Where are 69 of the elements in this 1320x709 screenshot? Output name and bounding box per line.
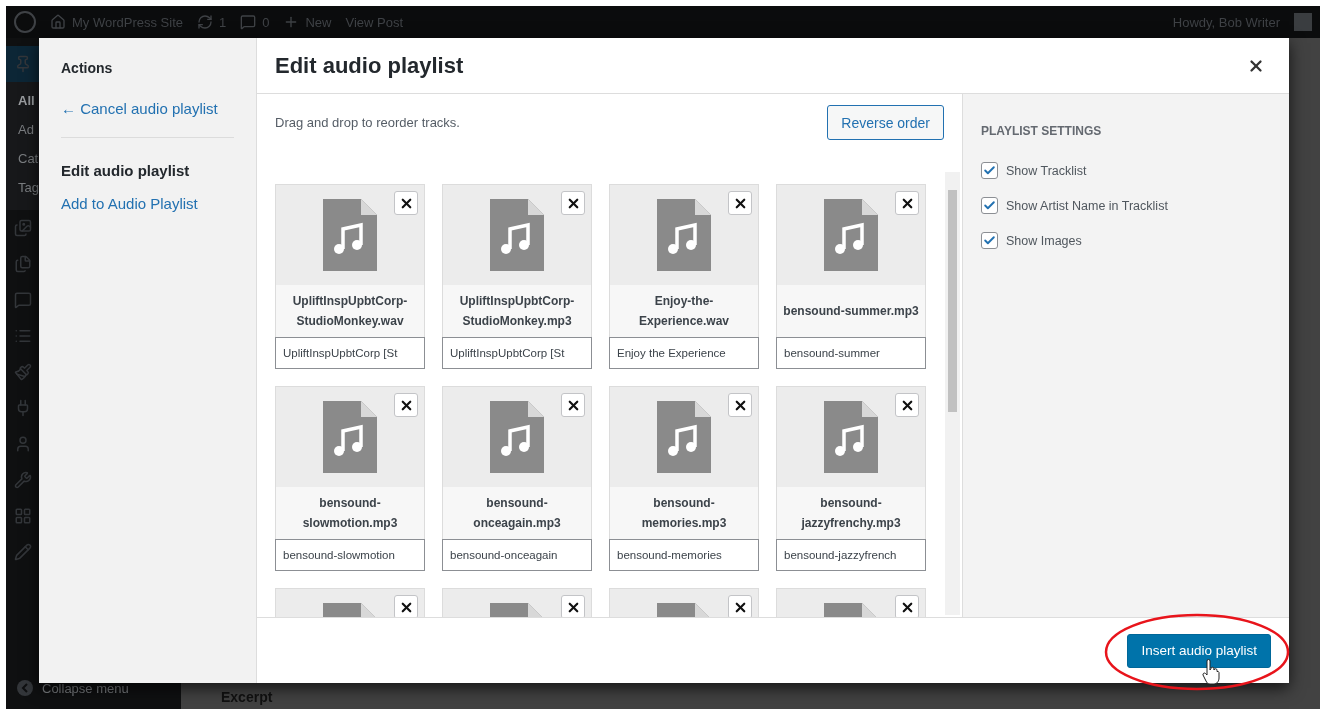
- caption-input[interactable]: Enjoy the Experience: [609, 337, 759, 369]
- remove-button[interactable]: [895, 191, 919, 215]
- track-tile[interactable]: bensound-jazzyfrenchy.mp3 bensound-jazzyfrench: [776, 386, 926, 571]
- menu-heading: Actions: [61, 60, 114, 76]
- caption-input[interactable]: UpliftInspUpbtCorp [St: [442, 337, 592, 369]
- check-icon: [983, 199, 996, 212]
- track-filename: UpliftInspUpbtCorp-StudioMonkey.wav: [276, 285, 424, 337]
- home-icon: [50, 14, 66, 30]
- track-tile[interactable]: UpliftInspUpbtCorp-StudioMonkey.mp3 UpliftInspUpbtCorp [St: [442, 184, 592, 369]
- remove-button[interactable]: [394, 191, 418, 215]
- track-filename: bensound-jazzyfrenchy.mp3: [777, 487, 925, 539]
- caption-input[interactable]: UpliftInspUpbtCorp [St: [275, 337, 425, 369]
- track-tile[interactable]: bensound-memories.mp3 bensound-memories: [609, 386, 759, 571]
- check-icon: [983, 164, 996, 177]
- option-label[interactable]: Show Artist Name in Tracklist: [1006, 198, 1168, 213]
- track-tile[interactable]: bensound-summer.mp3 bensound-summer: [776, 184, 926, 369]
- comment-icon: [240, 14, 257, 30]
- cancel-link[interactable]: ← Cancel audio playlist: [61, 100, 234, 117]
- audio-file-icon: [490, 401, 544, 473]
- menu-item[interactable]: Add to Audio Playlist: [61, 195, 234, 212]
- track-tile[interactable]: bensound-onceagain.mp3 bensound-onceagain: [442, 386, 592, 571]
- avatar: [1294, 13, 1312, 31]
- audio-file-icon: [490, 199, 544, 271]
- remove-button[interactable]: [561, 191, 585, 215]
- audio-file-icon: [824, 199, 878, 271]
- option-label[interactable]: Show Images: [1006, 233, 1082, 248]
- checkbox[interactable]: [981, 232, 998, 249]
- caption-input[interactable]: bensound-memories: [609, 539, 759, 571]
- remove-button[interactable]: [394, 595, 418, 617]
- updates-icon: [197, 14, 213, 30]
- remove-button[interactable]: [895, 595, 919, 617]
- reverse-order-button[interactable]: Reverse order: [827, 105, 944, 140]
- checkbox[interactable]: [981, 162, 998, 179]
- remove-button[interactable]: [394, 393, 418, 417]
- remove-button[interactable]: [728, 191, 752, 215]
- caption-input[interactable]: bensound-onceagain: [442, 539, 592, 571]
- menu-item[interactable]: Edit audio playlist: [61, 162, 234, 179]
- track-filename: bensound-memories.mp3: [610, 487, 758, 539]
- checkbox[interactable]: [981, 197, 998, 214]
- audio-file-icon: [323, 401, 377, 473]
- track-tile[interactable]: bensound-slowmotion.mp3 bensound-slowmotion: [275, 386, 425, 571]
- modal-title: Edit audio playlist: [275, 52, 465, 79]
- audio-file-icon: [657, 199, 711, 271]
- audio-file-icon: [323, 199, 377, 271]
- remove-button[interactable]: [895, 393, 919, 417]
- remove-button[interactable]: [561, 393, 585, 417]
- check-icon: [983, 234, 996, 247]
- track-tile[interactable]: Enjoy-the-Experience.wav Enjoy the Experience: [609, 184, 759, 369]
- insert-playlist-button[interactable]: Insert audio playlist: [1127, 633, 1271, 668]
- option-label[interactable]: Show Tracklist: [1006, 163, 1087, 178]
- caption-input[interactable]: bensound-slowmotion: [275, 539, 425, 571]
- scrollbar[interactable]: [945, 172, 960, 615]
- reorder-hint: Drag and drop to reorder tracks.: [275, 115, 460, 130]
- remove-button[interactable]: [728, 393, 752, 417]
- track-tile[interactable]: UpliftInspUpbtCorp-StudioMonkey.wav UpliftInspUpbtCorp [St: [275, 184, 425, 369]
- track-filename: bensound-summer.mp3: [777, 285, 925, 337]
- audio-file-icon: [657, 401, 711, 473]
- caption-input[interactable]: bensound-jazzyfrench: [776, 539, 926, 571]
- audio-file-icon: [824, 401, 878, 473]
- track-filename: bensound-slowmotion.mp3: [276, 487, 424, 539]
- track-filename: bensound-onceagain.mp3: [443, 487, 591, 539]
- pin-icon: [14, 55, 32, 73]
- settings-heading: PLAYLIST SETTINGS: [981, 124, 1103, 138]
- caption-input[interactable]: bensound-summer: [776, 337, 926, 369]
- scrollbar-thumb[interactable]: [948, 190, 957, 412]
- remove-button[interactable]: [728, 595, 752, 617]
- track-filename: Enjoy-the-Experience.wav: [610, 285, 758, 337]
- track-filename: UpliftInspUpbtCorp-StudioMonkey.mp3: [443, 285, 591, 337]
- remove-button[interactable]: [561, 595, 585, 617]
